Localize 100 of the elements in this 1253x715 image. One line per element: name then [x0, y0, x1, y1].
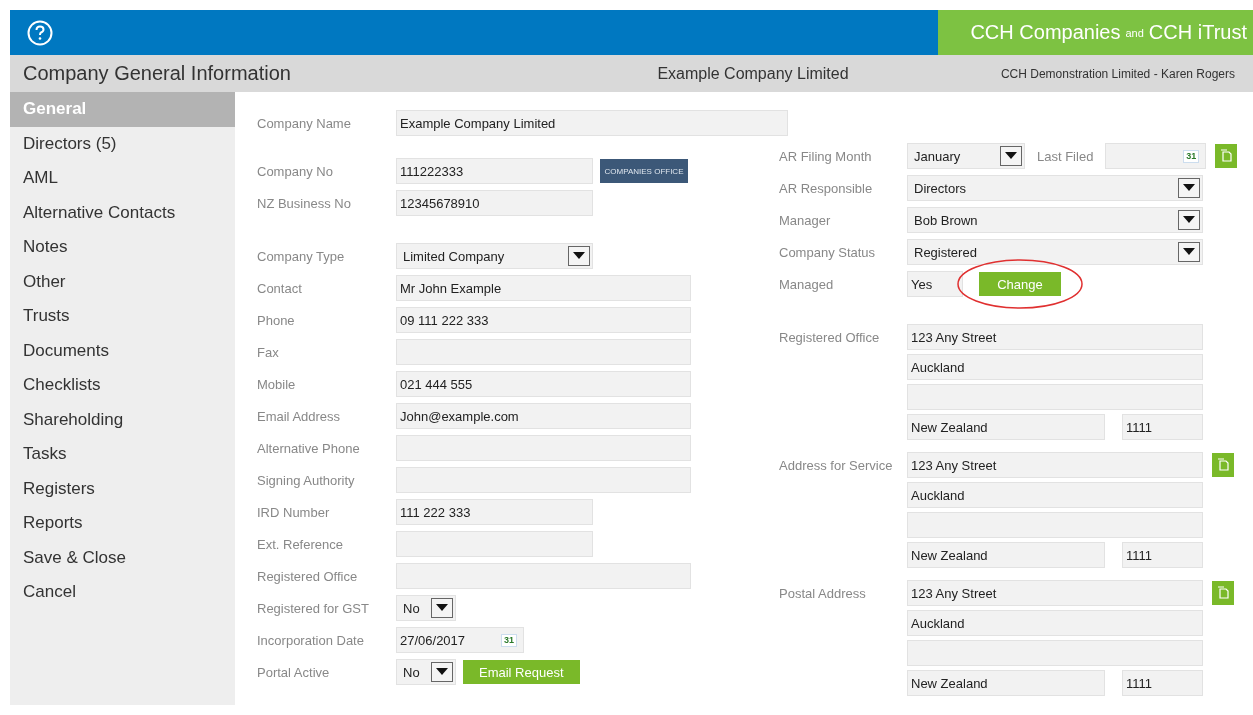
field-label: Fax — [257, 344, 280, 360]
input-field[interactable]: 1111 — [1122, 542, 1203, 568]
input-field[interactable]: New Zealand — [907, 670, 1105, 696]
input-field[interactable]: 123 Any Street — [907, 580, 1203, 606]
field-label: Signing Authority — [257, 472, 356, 488]
input-field[interactable]: 09 111 222 333 — [396, 307, 691, 333]
dropdown[interactable]: Directors — [907, 175, 1203, 201]
user-name: CCH Demonstration Limited - Karen Rogers — [1000, 66, 1235, 81]
input-field[interactable] — [396, 531, 593, 557]
field-label: Mobile — [257, 376, 297, 392]
input-field[interactable]: 12345678910 — [396, 190, 593, 216]
input-field[interactable]: Auckland — [907, 482, 1203, 508]
field-label: Registered Office — [257, 568, 359, 584]
input-field[interactable] — [907, 384, 1203, 410]
field-label: Manager — [779, 212, 832, 228]
copy-button[interactable] — [1212, 581, 1234, 605]
input-field[interactable] — [907, 512, 1203, 538]
input-field[interactable] — [396, 435, 691, 461]
caret-icon — [1000, 146, 1022, 166]
date-field[interactable]: 31 — [1105, 143, 1207, 169]
sidebar-item[interactable]: Trusts — [10, 299, 235, 334]
input-field[interactable]: 111222333 — [396, 158, 593, 184]
dropdown[interactable]: Registered — [907, 239, 1203, 265]
field-label: Company Status — [779, 244, 877, 260]
sidebar-item[interactable]: Other — [10, 264, 235, 299]
input-field[interactable]: Auckland — [907, 354, 1203, 380]
sidebar-item[interactable]: Directors (5) — [10, 126, 235, 161]
field-label: IRD Number — [257, 504, 331, 520]
input-field[interactable]: 123 Any Street — [907, 452, 1203, 478]
input-field[interactable]: 1111 — [1122, 670, 1203, 696]
sidebar-item[interactable]: Registers — [10, 471, 235, 506]
sidebar-item[interactable]: Notes — [10, 230, 235, 265]
input-field[interactable]: John@example.com — [396, 403, 691, 429]
field-label: Incorporation Date — [257, 632, 365, 648]
copy-button[interactable] — [1215, 144, 1238, 168]
sidebar-item[interactable]: Save & Close — [10, 540, 235, 575]
field-label: Company Name — [257, 115, 352, 131]
sidebar-item[interactable]: Alternative Contacts — [10, 195, 235, 230]
field-label: Phone — [257, 312, 296, 328]
field-label: Company Type — [257, 248, 346, 264]
brand-joiner: and — [1125, 26, 1144, 39]
input-field[interactable]: Yes — [907, 271, 963, 297]
input-field[interactable] — [907, 640, 1203, 666]
input-field[interactable]: Auckland — [907, 610, 1203, 636]
copy-icon — [1220, 149, 1233, 163]
field-label: Email Address — [257, 408, 342, 424]
input-field[interactable]: 1111 — [1122, 414, 1203, 440]
input-field[interactable]: New Zealand — [907, 414, 1105, 440]
copy-button[interactable] — [1212, 453, 1234, 477]
field-label: AR Responsible — [779, 180, 874, 196]
sidebar-item[interactable]: Checklists — [10, 368, 235, 403]
brand-name: CCH Companies — [970, 21, 1121, 44]
sidebar-item[interactable]: Cancel — [10, 575, 235, 610]
field-label: AR Filing Month — [779, 148, 873, 164]
input-field[interactable] — [396, 467, 691, 493]
caret-icon — [431, 598, 453, 618]
calendar-icon[interactable]: 31 — [1183, 149, 1200, 163]
sidebar-item[interactable]: Tasks — [10, 437, 235, 472]
field-label: Address for Service — [779, 457, 894, 473]
caret-icon — [568, 246, 590, 266]
sidebar-item[interactable]: Documents — [10, 333, 235, 368]
field-label: Registered Office — [779, 329, 881, 345]
input-field[interactable]: Mr John Example — [396, 275, 691, 301]
caret-icon — [1178, 242, 1200, 262]
calendar-icon[interactable]: 31 — [501, 633, 517, 647]
dropdown[interactable]: January — [907, 143, 1025, 169]
brand-name: CCH iTrust — [1148, 21, 1247, 44]
input-field[interactable]: Example Company Limited — [396, 110, 788, 136]
copy-icon — [1217, 458, 1229, 472]
caret-icon — [1178, 210, 1200, 230]
input-field[interactable]: 111 222 333 — [396, 499, 593, 525]
dropdown[interactable]: Limited Company — [396, 243, 593, 269]
input-field[interactable] — [396, 563, 691, 589]
field-label: NZ Business No — [257, 195, 352, 211]
date-field[interactable]: 27/06/2017 31 — [396, 627, 524, 653]
field-label: Postal Address — [779, 585, 867, 601]
copy-icon — [1217, 586, 1229, 600]
companies-office-logo[interactable]: COMPANIES OFFICE — [600, 159, 688, 183]
field-label: Registered for GST — [257, 600, 370, 616]
sidebar-item[interactable]: Reports — [10, 506, 235, 541]
input-field[interactable]: New Zealand — [907, 542, 1105, 568]
field-label: Company No — [257, 163, 334, 179]
field-label: Last Filed — [1037, 148, 1094, 164]
dropdown[interactable]: No — [396, 595, 456, 621]
help-icon[interactable] — [27, 19, 53, 46]
field-label: Contact — [257, 280, 303, 296]
sidebar-item[interactable]: Shareholding — [10, 402, 235, 437]
dropdown[interactable]: Bob Brown — [907, 207, 1203, 233]
page-title: Company General Information — [23, 62, 292, 85]
input-field[interactable]: 123 Any Street — [907, 324, 1203, 350]
company-name: Example Company Limited — [656, 64, 850, 83]
input-field[interactable] — [396, 339, 691, 365]
sidebar-item[interactable]: AML — [10, 161, 235, 196]
field-label: Managed — [779, 276, 835, 292]
field-label: Ext. Reference — [257, 536, 344, 552]
field-label: Portal Active — [257, 664, 331, 680]
input-field[interactable]: 021 444 555 — [396, 371, 691, 397]
caret-icon — [431, 662, 453, 682]
caret-icon — [1178, 178, 1200, 198]
dropdown[interactable]: No — [396, 659, 456, 685]
